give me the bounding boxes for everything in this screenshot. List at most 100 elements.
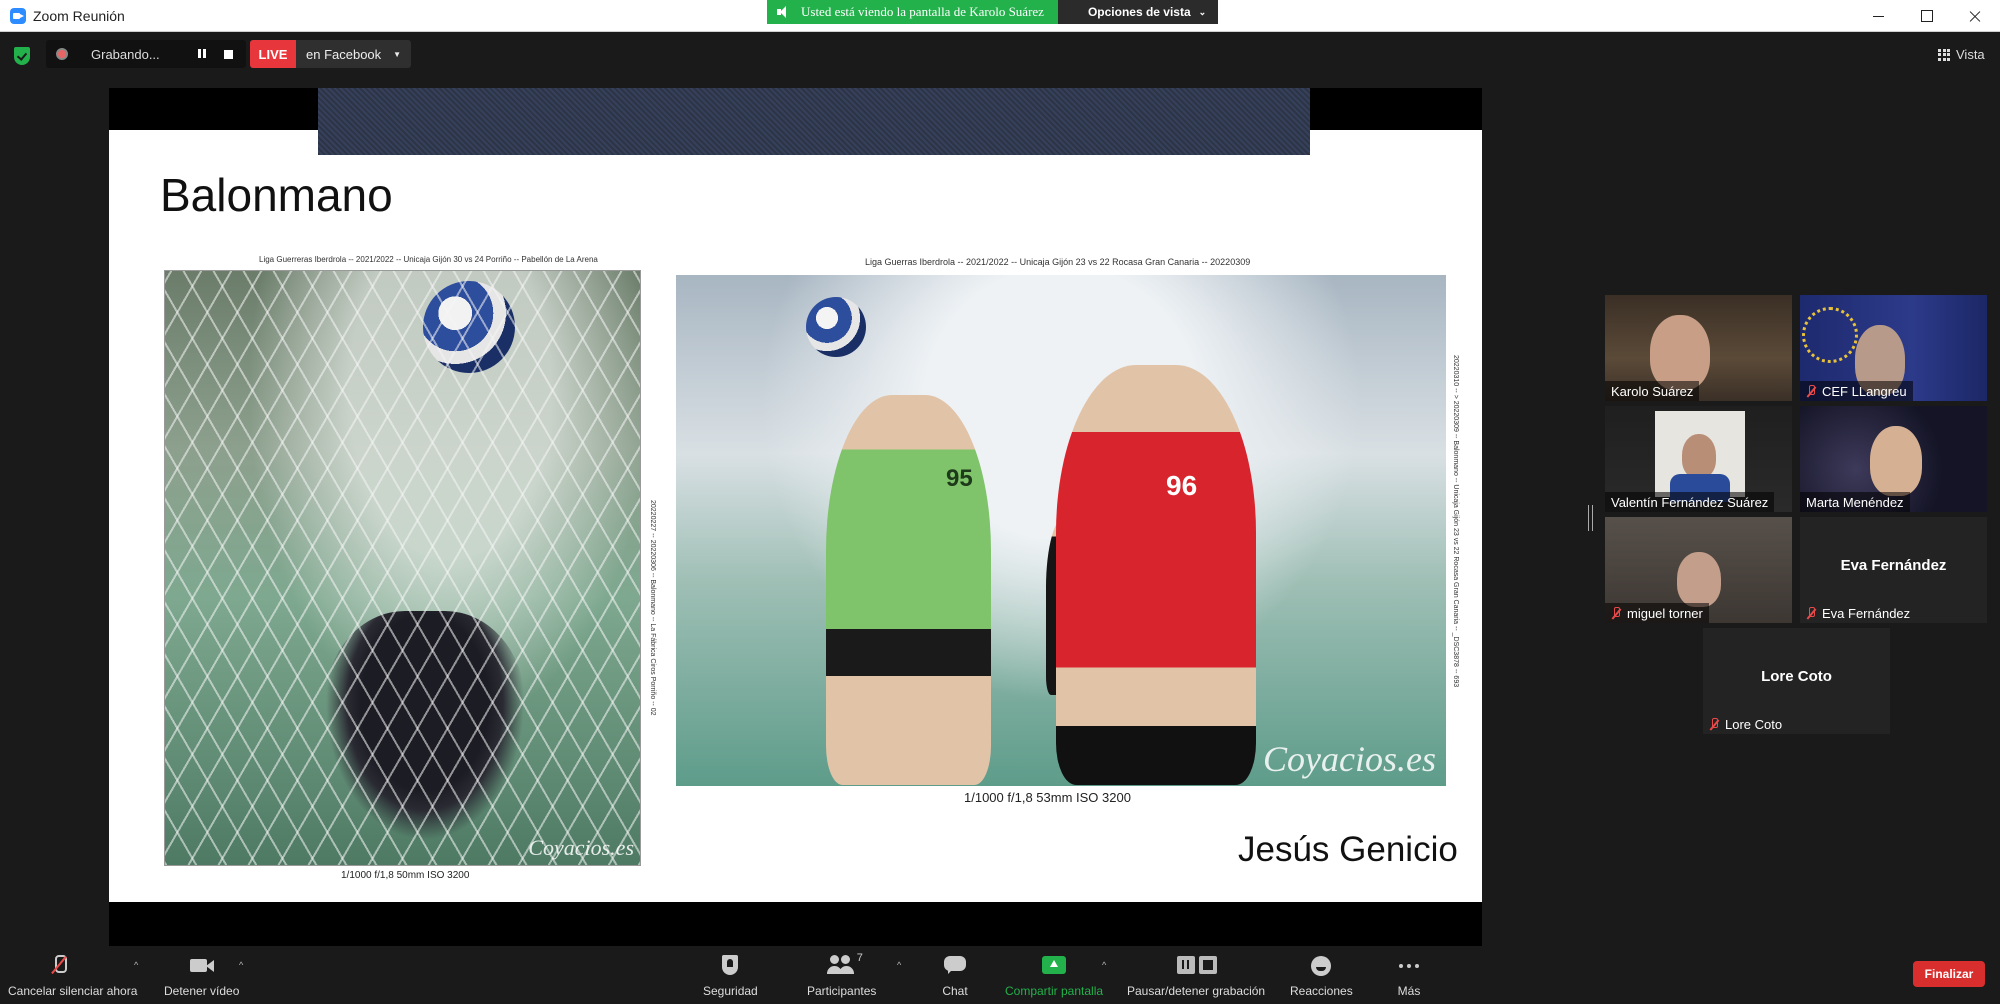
participant-name: Eva Fernández xyxy=(1800,603,1916,623)
share-screen-icon xyxy=(1041,954,1067,978)
participant-face xyxy=(1650,315,1710,390)
pause-stop-recording-icon xyxy=(1177,954,1214,978)
recording-indicator: Grabando... xyxy=(46,40,246,68)
participant-name: CEF LLangreu xyxy=(1800,381,1913,401)
participants-label: Participantes xyxy=(807,984,877,998)
live-target-dropdown[interactable]: en Facebook ▼ xyxy=(296,40,412,68)
participant-name: Lore Coto xyxy=(1703,714,1788,734)
participant-tile[interactable]: Marta Menéndez xyxy=(1800,406,1987,512)
slide-title: Balonmano xyxy=(160,169,393,221)
reactions-button[interactable]: Reacciones xyxy=(1290,946,1353,1004)
participants-options-caret-icon[interactable]: ^ xyxy=(897,960,901,970)
audio-options-caret-icon[interactable]: ^ xyxy=(134,960,138,970)
muted-mic-icon xyxy=(46,954,72,978)
gallery-resize-handle[interactable] xyxy=(1588,505,1593,531)
pause-stop-recording-button[interactable]: Pausar/detener grabación xyxy=(1127,946,1265,1004)
zoom-app-icon xyxy=(10,8,26,24)
share-banner: Usted está viendo la pantalla de Karolo … xyxy=(767,0,1219,24)
photo2-top-caption: Liga Guerras Iberdrola -- 2021/2022 -- U… xyxy=(865,257,1251,267)
unmute-button[interactable]: Cancelar silenciar ahora xyxy=(8,946,137,1004)
encryption-shield-icon[interactable] xyxy=(14,47,30,65)
viewing-screen-text: Usted está viendo la pantalla de Karolo … xyxy=(801,4,1044,19)
participant-name: Karolo Suárez xyxy=(1605,381,1700,401)
participant-face xyxy=(1682,434,1716,478)
share-options-caret-icon[interactable]: ^ xyxy=(1102,960,1106,970)
more-button[interactable]: Más xyxy=(1396,946,1422,1004)
participants-icon: 7 xyxy=(826,952,863,978)
participant-tile[interactable]: miguel torner xyxy=(1605,517,1792,623)
caret-down-icon: ▼ xyxy=(393,49,402,59)
photo-handball-goal: Coyacios.es xyxy=(164,270,641,866)
video-options-caret-icon[interactable]: ^ xyxy=(239,960,243,970)
share-label: Compartir pantalla xyxy=(1005,984,1104,998)
chat-label: Chat xyxy=(942,984,968,998)
photo1-watermark: Coyacios.es xyxy=(528,835,634,860)
zoom-window: Zoom Reunión Usted está viendo la pantal… xyxy=(0,0,2000,1004)
security-shield-icon xyxy=(717,954,743,978)
photo1-top-caption: Liga Guerreras Iberdrola -- 2021/2022 --… xyxy=(259,255,598,264)
muted-mic-icon xyxy=(1611,606,1621,620)
window-title: Zoom Reunión xyxy=(33,8,125,24)
slide-header-banner xyxy=(318,88,1310,155)
participants-count: 7 xyxy=(856,952,863,964)
photo1-side-caption: 20220227 -- 20220306 -- Balonmano -- La … xyxy=(649,500,656,716)
unmute-label: Cancelar silenciar ahora xyxy=(8,984,138,998)
close-icon[interactable] xyxy=(1951,0,1997,32)
stop-video-button[interactable]: Detener vídeo xyxy=(164,946,239,1004)
participant-display-name: Eva Fernández xyxy=(1840,557,1947,574)
participant-tile[interactable]: Karolo Suárez xyxy=(1605,295,1792,401)
red-player-figure xyxy=(1056,365,1256,785)
participant-tile[interactable]: Valentín Fernández Suárez xyxy=(1605,406,1792,512)
maximize-icon[interactable] xyxy=(1903,0,1949,32)
security-button[interactable]: Seguridad xyxy=(703,946,758,1004)
chevron-down-icon: ⌄ xyxy=(1198,6,1207,17)
participants-button[interactable]: 7 Participantes xyxy=(807,946,876,1004)
reactions-label: Reacciones xyxy=(1290,984,1353,998)
shared-screen: Balonmano Liga Guerreras Iberdrola -- 20… xyxy=(109,88,1482,946)
stop-recording-icon[interactable] xyxy=(224,50,233,59)
red-jersey-number: 96 xyxy=(1166,470,1198,501)
recording-dot-icon xyxy=(56,48,68,60)
live-target-label: en Facebook xyxy=(306,46,382,62)
participant-face xyxy=(1677,552,1721,607)
view-options-button[interactable]: Opciones de vista ⌄ xyxy=(1057,0,1219,24)
participant-tile[interactable]: Eva Fernández Eva Fernández xyxy=(1800,517,1987,623)
participant-tile[interactable]: Lore Coto Lore Coto xyxy=(1703,628,1890,734)
green-player-figure xyxy=(826,395,991,785)
reactions-smiley-icon xyxy=(1308,954,1334,978)
green-jersey-number: 95 xyxy=(946,465,973,492)
more-dots-icon xyxy=(1396,954,1422,978)
slide-author: Jesús Genicio xyxy=(1238,830,1458,869)
view-label: Vista xyxy=(1956,47,1985,62)
photo1-bottom-caption: 1/1000 f/1,8 50mm ISO 3200 xyxy=(341,870,470,881)
viewing-screen-notice: Usted está viendo la pantalla de Karolo … xyxy=(767,0,1058,24)
meeting-toolbar: Cancelar silenciar ahora ^ Detener vídeo… xyxy=(0,946,2000,1004)
minimize-icon[interactable] xyxy=(1855,0,1901,32)
participant-name: Marta Menéndez xyxy=(1800,492,1910,512)
chat-button[interactable]: Chat xyxy=(942,946,968,1004)
photo-handball-players: 95 96 Coyacios.es xyxy=(676,275,1446,786)
video-label: Detener vídeo xyxy=(164,984,240,998)
logo-sun-icon xyxy=(1802,307,1858,363)
handball-ball xyxy=(806,297,866,357)
photo2-side-caption: 20220310 -- > 20220309 -- Balonmano -- U… xyxy=(1452,355,1459,688)
participant-name: miguel torner xyxy=(1605,603,1709,623)
goal-net xyxy=(165,271,640,865)
more-label: Más xyxy=(1397,984,1421,998)
recording-label: Grabando... xyxy=(91,47,160,62)
muted-mic-icon xyxy=(1806,384,1816,398)
video-camera-icon xyxy=(189,954,215,978)
grid-view-icon xyxy=(1938,48,1950,61)
end-meeting-button[interactable]: Finalizar xyxy=(1913,961,1985,987)
presentation-slide: Balonmano Liga Guerreras Iberdrola -- 20… xyxy=(109,130,1482,902)
speaker-icon xyxy=(777,6,791,18)
view-button[interactable]: Vista xyxy=(1938,47,1985,62)
pause-recording-icon[interactable] xyxy=(196,48,208,60)
security-label: Seguridad xyxy=(703,984,758,998)
chat-bubble-icon xyxy=(942,954,968,978)
share-screen-button[interactable]: Compartir pantalla xyxy=(1005,946,1103,1004)
participant-face xyxy=(1870,426,1922,496)
participant-tile[interactable]: CEF LLangreu xyxy=(1800,295,1987,401)
muted-mic-icon xyxy=(1709,717,1719,731)
live-stream-indicator[interactable]: LIVE en Facebook ▼ xyxy=(250,40,412,68)
